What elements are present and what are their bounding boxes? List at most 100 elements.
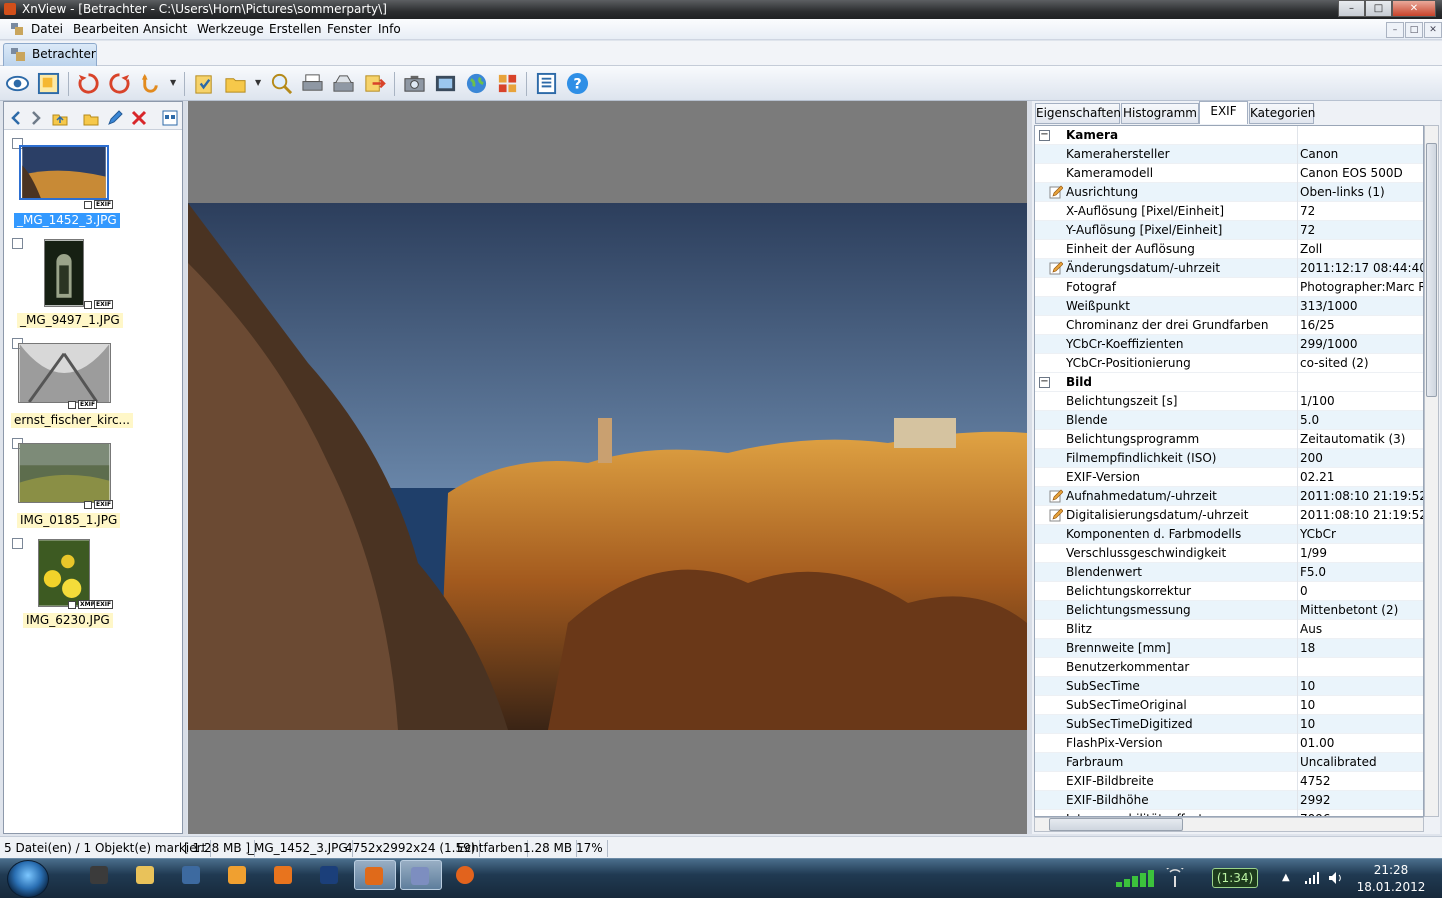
signal-bars-icon[interactable] <box>1304 872 1320 884</box>
tab-kategorien[interactable]: Kategorien <box>1249 103 1315 124</box>
rename-pencil-icon[interactable] <box>107 110 123 126</box>
tab-eigenschaften[interactable]: Eigenschaften <box>1035 103 1121 124</box>
delete-icon[interactable] <box>131 110 147 126</box>
network-strength-icon[interactable] <box>1114 868 1160 888</box>
exif-row[interactable]: Interoperabilitätsoffset 7096 <box>1035 810 1423 816</box>
window-title-bar[interactable]: XnView - [Betrachter - C:\Users\Horn\Pic… <box>0 0 1442 19</box>
left-splitter[interactable] <box>183 101 187 834</box>
new-folder-icon[interactable] <box>83 110 99 126</box>
volume-icon[interactable] <box>1328 871 1344 885</box>
wireless-icon[interactable] <box>1166 868 1184 888</box>
rotate-right-icon[interactable] <box>108 72 131 95</box>
taskbar-app[interactable] <box>446 860 484 890</box>
edit-pencil-icon[interactable] <box>1049 508 1063 522</box>
chevron-down-icon[interactable]: ▼ <box>255 78 261 87</box>
exif-row[interactable]: Blende 5.0 <box>1035 411 1423 430</box>
exif-row[interactable]: Benutzerkommentar <box>1035 658 1423 677</box>
minimize-button[interactable]: – <box>1338 0 1365 17</box>
exif-row[interactable]: SubSecTimeDigitized 10 <box>1035 715 1423 734</box>
help-icon[interactable]: ? <box>566 72 589 95</box>
edit-pencil-icon[interactable] <box>1049 185 1063 199</box>
camera-icon[interactable] <box>403 72 426 95</box>
maximize-button[interactable]: □ <box>1365 0 1392 17</box>
exif-group-row[interactable]: − Kamera <box>1035 126 1423 145</box>
exif-row[interactable]: Änderungsdatum/-uhrzeit 2011:12:17 08:44:… <box>1035 259 1423 278</box>
vertical-scroll-thumb[interactable] <box>1426 143 1437 397</box>
exif-row[interactable]: Belichtungskorrektur 0 <box>1035 582 1423 601</box>
exif-row[interactable]: Belichtungsprogramm Zeitautomatik (3) <box>1035 430 1423 449</box>
fullscreen-icon[interactable] <box>37 72 60 95</box>
taskbar-app[interactable] <box>80 860 118 890</box>
tab-histogramm[interactable]: Histogramm <box>1121 103 1199 124</box>
convert-icon[interactable] <box>363 72 386 95</box>
exif-row[interactable]: Verschlussgeschwindigkeit 1/99 <box>1035 544 1423 563</box>
exif-row[interactable]: Blitz Aus <box>1035 620 1423 639</box>
exif-row[interactable]: Belichtungszeit [s] 1/100 <box>1035 392 1423 411</box>
close-button[interactable]: ✕ <box>1392 0 1436 17</box>
exif-row[interactable]: Weißpunkt 313/1000 <box>1035 297 1423 316</box>
start-button[interactable] <box>7 860 49 898</box>
exif-row[interactable]: Chrominanz der drei Grundfarben 16/25 <box>1035 316 1423 335</box>
back-arrow-icon[interactable] <box>8 110 24 126</box>
mdi-doc-icon[interactable] <box>10 22 24 36</box>
rotate-left-icon[interactable] <box>77 72 100 95</box>
taskbar-app[interactable] <box>264 860 302 890</box>
folder-icon[interactable] <box>224 72 247 95</box>
menu-info[interactable]: Info <box>378 22 401 36</box>
thumbnail-checkbox[interactable] <box>12 238 23 249</box>
exif-row[interactable]: Farbraum Uncalibrated <box>1035 753 1423 772</box>
taskbar-app[interactable] <box>400 860 442 890</box>
exif-row[interactable]: Digitalisierungsdatum/-uhrzeit 2011:08:10… <box>1035 506 1423 525</box>
menu-ansicht[interactable]: Ansicht <box>143 22 187 36</box>
parent-folder-icon[interactable] <box>52 110 68 126</box>
collapse-toggle-icon[interactable]: − <box>1039 130 1050 141</box>
thumbnail-checkbox[interactable] <box>12 538 23 549</box>
mdi-minimize-button[interactable]: – <box>1386 22 1404 38</box>
exif-row[interactable]: X-Auflösung [Pixel/Einheit] 72 <box>1035 202 1423 221</box>
menu-erstellen[interactable]: Erstellen <box>269 22 322 36</box>
mdi-close-button[interactable]: ✕ <box>1424 22 1442 38</box>
exif-row[interactable]: YCbCr-Positionierung co-sited (2) <box>1035 354 1423 373</box>
forward-arrow-icon[interactable] <box>28 110 44 126</box>
exif-row[interactable]: YCbCr-Koeffizienten 299/1000 <box>1035 335 1423 354</box>
open-folder-icon[interactable] <box>193 72 216 95</box>
tab-betrachter[interactable]: Betrachter <box>3 43 97 66</box>
taskbar-app[interactable] <box>172 860 210 890</box>
taskbar-app[interactable] <box>310 860 348 890</box>
layout-panel-icon[interactable] <box>535 72 558 95</box>
collapse-toggle-icon[interactable]: − <box>1039 377 1050 388</box>
tray-clock[interactable]: 21:28 18.01.2012 <box>1346 862 1436 896</box>
exif-row[interactable]: Aufnahmedatum/-uhrzeit 2011:08:10 21:19:5… <box>1035 487 1423 506</box>
horizontal-scroll-thumb[interactable] <box>1049 818 1183 831</box>
menu-werkzeuge[interactable]: Werkzeuge <box>197 22 264 36</box>
exif-row[interactable]: Kamerahersteller Canon <box>1035 145 1423 164</box>
eye-view-icon[interactable] <box>6 72 29 95</box>
exif-row[interactable]: FlashPix-Version 01.00 <box>1035 734 1423 753</box>
exif-row[interactable]: Ausrichtung Oben-links (1) <box>1035 183 1423 202</box>
exif-group-row[interactable]: − Bild <box>1035 373 1423 392</box>
exif-row[interactable]: EXIF-Bildhöhe 2992 <box>1035 791 1423 810</box>
exif-row[interactable]: Komponenten d. Farbmodells YCbCr <box>1035 525 1423 544</box>
print-icon[interactable] <box>301 72 324 95</box>
chevron-down-icon[interactable]: ▼ <box>170 78 176 87</box>
menu-bearbeiten[interactable]: Bearbeiten <box>73 22 139 36</box>
contact-sheet-icon[interactable] <box>496 72 519 95</box>
filmstrip-icon[interactable] <box>434 72 457 95</box>
exif-row[interactable]: Filmempfindlichkeit (ISO) 200 <box>1035 449 1423 468</box>
taskbar-app-xnview[interactable] <box>354 860 396 890</box>
exif-row[interactable]: Y-Auflösung [Pixel/Einheit] 72 <box>1035 221 1423 240</box>
rotate-options-icon[interactable] <box>139 72 162 95</box>
exif-row[interactable]: Fotograf Photographer:Marc Ritt <box>1035 278 1423 297</box>
battery-indicator[interactable]: (1:34) <box>1212 868 1258 888</box>
tab-exif[interactable]: EXIF <box>1199 101 1248 124</box>
menu-fenster[interactable]: Fenster <box>327 22 372 36</box>
menu-datei[interactable]: Datei <box>31 22 63 36</box>
edit-pencil-icon[interactable] <box>1049 261 1063 275</box>
scan-icon[interactable] <box>332 72 355 95</box>
exif-row[interactable]: EXIF-Version 02.21 <box>1035 468 1423 487</box>
exif-row[interactable]: Einheit der Auflösung Zoll <box>1035 240 1423 259</box>
exif-row[interactable]: Blendenwert F5.0 <box>1035 563 1423 582</box>
zoom-icon[interactable] <box>270 72 293 95</box>
show-hidden-icons-icon[interactable]: ▲ <box>1282 872 1290 883</box>
web-globe-icon[interactable] <box>465 72 488 95</box>
